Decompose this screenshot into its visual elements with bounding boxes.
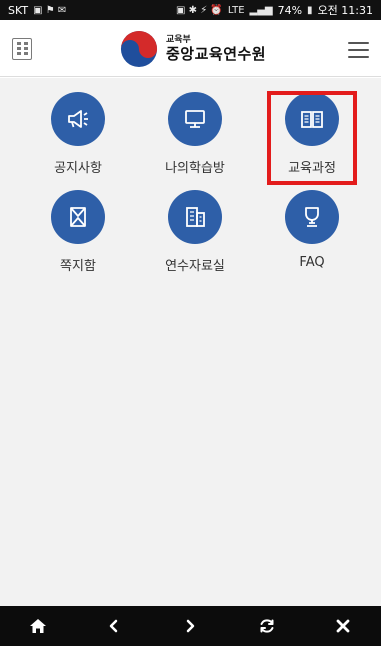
forward-icon — [187, 619, 195, 633]
menu-messages-label: 쪽지함 — [60, 259, 96, 274]
clock: 오전 11:31 — [317, 4, 373, 17]
close-button[interactable] — [323, 606, 363, 646]
menu-resources[interactable]: 연수자료실 — [145, 190, 245, 280]
my-study-circle — [168, 92, 222, 146]
main-content: 공지사항 나의학습방 교육과정 쪽지함 연수자료실 FAQ — [0, 78, 381, 606]
back-button[interactable] — [94, 606, 134, 646]
trophy-icon — [305, 207, 319, 227]
messages-circle — [51, 190, 105, 244]
refresh-icon — [260, 619, 274, 633]
bottom-navigation — [0, 606, 381, 646]
back-icon — [110, 619, 118, 633]
network-label: LTE — [227, 4, 245, 16]
menu-my-study[interactable]: 나의학습방 — [145, 92, 245, 182]
battery-percent: 74% — [277, 3, 303, 17]
sitemap-button[interactable] — [12, 38, 32, 60]
notification-icon: ▣ ⚑ ✉ — [33, 4, 67, 16]
logo[interactable]: 교육부 중앙교육연수원 — [120, 29, 266, 69]
envelope-icon — [70, 207, 86, 227]
close-icon — [336, 619, 350, 633]
home-button[interactable] — [18, 606, 58, 646]
menu-faq-label: FAQ — [299, 255, 325, 270]
faq-circle — [285, 190, 339, 244]
menu-notice[interactable]: 공지사항 — [28, 92, 128, 182]
hamburger-menu-button[interactable] — [348, 42, 369, 58]
home-icon — [30, 619, 47, 633]
app-header: 교육부 중앙교육연수원 — [0, 20, 381, 77]
battery-icon: ▮ — [307, 4, 313, 16]
menu-my-study-label: 나의학습방 — [165, 161, 225, 176]
refresh-button[interactable] — [247, 606, 287, 646]
status-bar: SKT ▣ ⚑ ✉ ▣ ✱ ⚡ ⏰ LTE ▂▄▆ 74% ▮ 오전 11:31 — [0, 0, 381, 20]
resources-circle — [168, 190, 222, 244]
signal-icon: ▂▄▆ — [249, 4, 273, 16]
monitor-icon — [185, 110, 205, 128]
taegeuk-logo-icon — [120, 30, 158, 68]
menu-faq[interactable]: FAQ — [262, 190, 362, 280]
carrier-label: SKT — [8, 3, 29, 17]
megaphone-icon — [68, 110, 88, 128]
menu-notice-label: 공지사항 — [54, 161, 102, 176]
highlight-box — [267, 91, 357, 185]
menu-resources-label: 연수자료실 — [165, 259, 225, 274]
menu-messages[interactable]: 쪽지함 — [28, 190, 128, 280]
notice-circle — [51, 92, 105, 146]
logo-institute-text: 중앙교육연수원 — [166, 44, 267, 63]
system-icons: ▣ ✱ ⚡ ⏰ — [176, 4, 223, 16]
documents-icon — [186, 207, 205, 227]
forward-button[interactable] — [170, 606, 210, 646]
